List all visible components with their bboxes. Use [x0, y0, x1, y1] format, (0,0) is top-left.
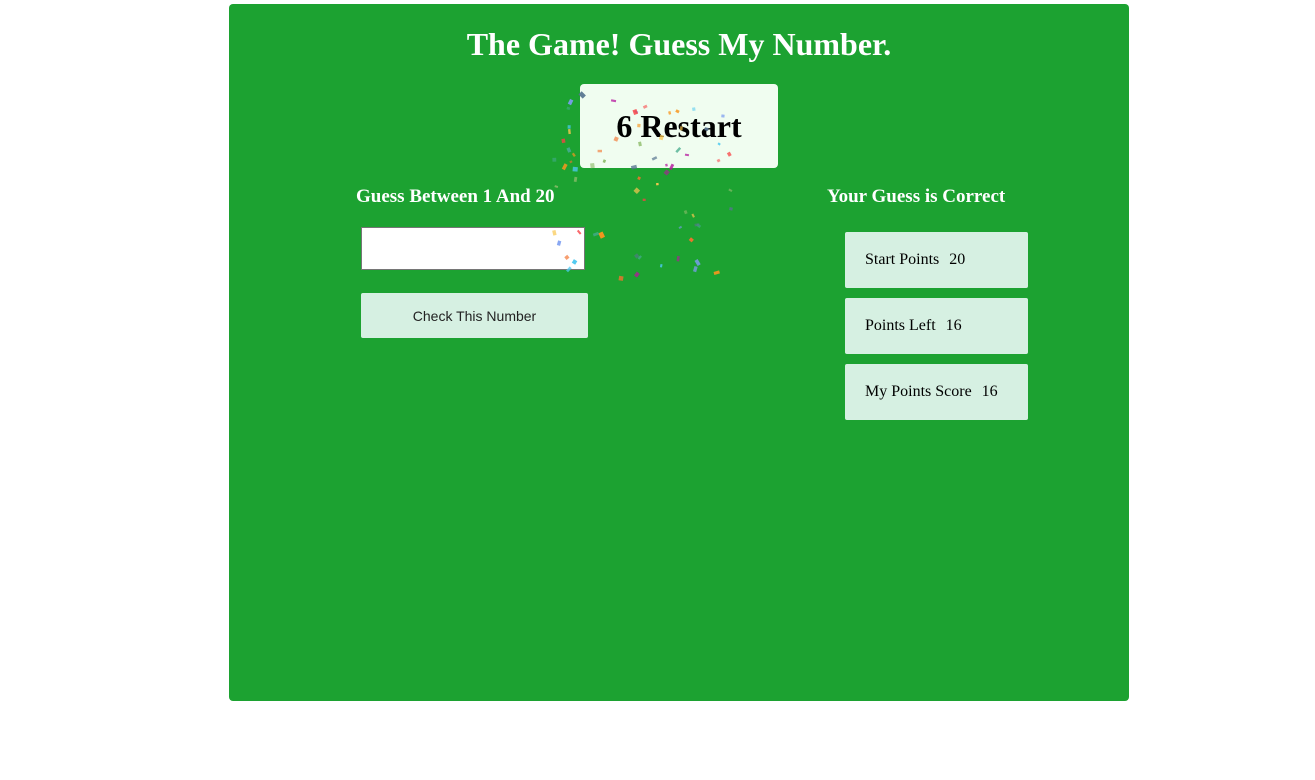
page-title: The Game! Guess My Number. [466, 26, 892, 62]
points-left-label: Points Left [865, 317, 936, 334]
score-value: 16 [981, 383, 998, 400]
start-points-value: 20 [949, 251, 966, 268]
score-label: My Points Score [865, 383, 972, 400]
check-number-button[interactable]: Check This Number [361, 293, 588, 338]
restart-label: Restart [640, 107, 742, 144]
secret-number: 6 [616, 107, 633, 144]
restart-spacer [632, 108, 640, 145]
start-points-label: Start Points [865, 251, 940, 268]
points-left-box: Points Left 16 [845, 298, 1028, 354]
start-points-box: Start Points 20 [845, 232, 1028, 288]
guess-range-label: Guess Between 1 And 20 [356, 186, 555, 207]
game-panel: The Game! Guess My Number. 6 Restart Gue… [229, 4, 1129, 701]
result-message: Your Guess is Correct [827, 186, 1006, 207]
restart-button[interactable]: 6 Restart [580, 84, 778, 168]
score-box: My Points Score 16 [845, 364, 1028, 420]
guess-input[interactable] [361, 227, 585, 270]
points-left-value: 16 [945, 317, 962, 334]
